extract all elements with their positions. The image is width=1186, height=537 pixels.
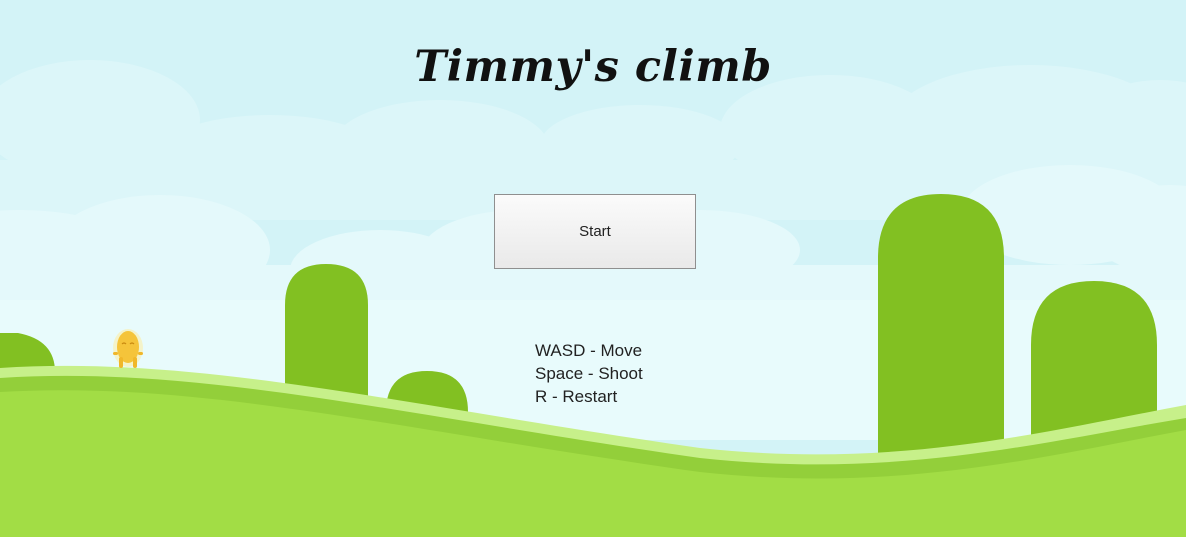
control-action: Shoot [598, 364, 643, 383]
start-button[interactable]: Start [494, 194, 696, 269]
control-key: R [535, 387, 548, 406]
control-line-restart: R - Restart [535, 387, 618, 406]
control-line-move: WASD - Move [535, 341, 643, 360]
game-title: Timmy's climb [414, 42, 772, 92]
control-action: Restart [562, 387, 618, 406]
control-key: WASD [535, 341, 586, 360]
control-action: Move [600, 341, 643, 360]
control-key: Space [535, 364, 584, 383]
hill-pillar-3 [878, 194, 1004, 470]
controls-help: WASD - Move Space - Shoot R - Restart [535, 339, 643, 408]
control-line-shoot: Space - Shoot [535, 364, 643, 383]
